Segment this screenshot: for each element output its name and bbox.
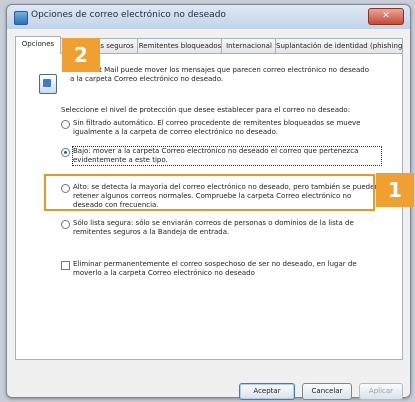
junk-mail-icon xyxy=(39,74,57,94)
option-low-label: Bajo: mover a la carpeta Correo electrón… xyxy=(72,146,382,166)
tab-remitentes-bloqueados[interactable]: Remitentes bloqueados xyxy=(137,38,223,53)
radio-safe-list-only[interactable] xyxy=(61,220,70,229)
option-low[interactable]: Bajo: mover a la carpeta Correo electrón… xyxy=(61,146,382,166)
radio-no-filtering[interactable] xyxy=(61,120,70,129)
callout-badge-option: 1 xyxy=(376,173,414,207)
apply-button[interactable]: Aplicar xyxy=(359,383,403,400)
tab-internacional[interactable]: Internacional xyxy=(221,38,277,53)
accept-button[interactable]: Aceptar xyxy=(239,383,295,400)
tab-opciones[interactable]: Opciones xyxy=(15,36,61,54)
close-button[interactable]: ✕ xyxy=(368,8,404,25)
high-option-highlight xyxy=(44,174,375,211)
cancel-button[interactable]: Cancelar xyxy=(302,383,352,400)
option-no-filtering-label: Sin filtrado automático. El correo proce… xyxy=(73,119,361,136)
delete-permanently-option[interactable]: Eliminar permanentemente el correo sospe… xyxy=(61,260,381,278)
intro-text: Microsoft Mail puede mover los mensajes … xyxy=(70,66,370,83)
tab-phishing[interactable]: Suplantación de identidad (phishing) xyxy=(275,38,403,53)
mail-app-icon xyxy=(14,11,28,25)
callout-badge-tab: 2 xyxy=(62,38,100,72)
window-title: Opciones de correo electrónico no desead… xyxy=(31,10,226,20)
delete-permanently-checkbox[interactable] xyxy=(61,261,70,270)
title-bar[interactable]: Opciones de correo electrónico no desead… xyxy=(7,5,410,29)
radio-low[interactable] xyxy=(61,148,70,157)
protection-level-prompt: Seleccione el nivel de protección que de… xyxy=(61,106,351,114)
delete-permanently-label: Eliminar permanentemente el correo sospe… xyxy=(73,260,357,277)
option-safe-list-only[interactable]: Sólo lista segura: sólo se enviarán corr… xyxy=(61,219,381,237)
option-safe-list-only-label: Sólo lista segura: sólo se enviarán corr… xyxy=(73,219,354,236)
option-no-filtering[interactable]: Sin filtrado automático. El correo proce… xyxy=(61,119,381,137)
